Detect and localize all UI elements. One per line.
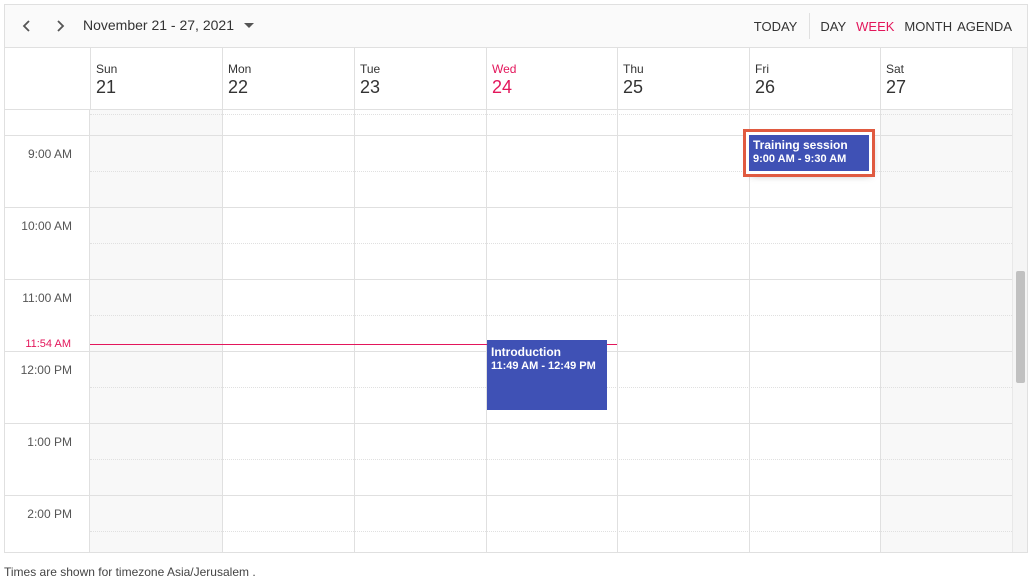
time-label: 9:00 AM bbox=[27, 147, 72, 161]
hour-tick bbox=[5, 423, 90, 424]
day-header-fri[interactable]: Fri 26 bbox=[749, 48, 880, 110]
event-introduction[interactable]: Introduction 11:49 AM - 12:49 PM bbox=[487, 340, 607, 410]
date-range-picker[interactable]: November 21 - 27, 2021 bbox=[83, 17, 254, 33]
previous-button[interactable] bbox=[17, 16, 37, 36]
event-training-session[interactable]: Training session 9:00 AM - 9:30 AM bbox=[749, 135, 869, 171]
half-hour-line bbox=[90, 243, 1012, 244]
hour-tick bbox=[5, 207, 90, 208]
day-name: Wed bbox=[492, 62, 517, 76]
day-view-button[interactable]: DAY bbox=[815, 19, 851, 34]
view-switcher: TODAY DAY WEEK MONTH AGENDA bbox=[749, 5, 1017, 47]
half-hour-line bbox=[90, 531, 1012, 532]
day-column-sun[interactable] bbox=[90, 110, 222, 552]
chevron-left-icon bbox=[22, 20, 30, 32]
next-button[interactable] bbox=[50, 16, 70, 36]
time-label: 1:00 PM bbox=[27, 435, 72, 449]
time-grid[interactable]: 9:00 AM 10:00 AM 11:00 AM 12:00 PM 1:00 … bbox=[5, 110, 1012, 552]
date-range-label: November 21 - 27, 2021 bbox=[83, 17, 234, 33]
day-column-mon[interactable] bbox=[222, 110, 354, 552]
day-header-thu[interactable]: Thu 25 bbox=[617, 48, 749, 110]
day-header-wed[interactable]: Wed 24 bbox=[486, 48, 617, 110]
day-header-mon[interactable]: Mon 22 bbox=[222, 48, 354, 110]
day-name: Thu bbox=[623, 62, 644, 76]
day-number[interactable]: 27 bbox=[886, 77, 1012, 98]
hour-line bbox=[90, 495, 1012, 496]
day-name: Tue bbox=[360, 62, 381, 76]
day-number[interactable]: 22 bbox=[228, 77, 354, 98]
day-name: Fri bbox=[755, 62, 769, 76]
day-number[interactable]: 25 bbox=[623, 77, 749, 98]
header-corner bbox=[5, 48, 90, 110]
today-button[interactable]: TODAY bbox=[749, 13, 811, 39]
day-column-wed[interactable] bbox=[486, 110, 617, 552]
agenda-view-button[interactable]: AGENDA bbox=[957, 19, 1017, 34]
hour-tick bbox=[5, 135, 90, 136]
scrollbar-thumb[interactable] bbox=[1016, 271, 1025, 383]
toolbar: November 21 - 27, 2021 TODAY DAY WEEK MO… bbox=[5, 5, 1027, 48]
timezone-note: Times are shown for timezone Asia/Jerusa… bbox=[4, 565, 256, 579]
half-hour-line bbox=[90, 315, 1012, 316]
scheduler: November 21 - 27, 2021 TODAY DAY WEEK MO… bbox=[4, 4, 1028, 553]
chevron-right-icon bbox=[57, 20, 65, 32]
event-time: 9:00 AM - 9:30 AM bbox=[753, 153, 847, 165]
event-title: Introduction bbox=[491, 345, 561, 359]
week-view-button[interactable]: WEEK bbox=[851, 19, 899, 34]
half-hour-line bbox=[90, 459, 1012, 460]
hour-line bbox=[90, 423, 1012, 424]
caret-down-icon bbox=[243, 22, 254, 28]
day-number[interactable]: 24 bbox=[492, 77, 617, 98]
day-column-fri[interactable] bbox=[749, 110, 880, 552]
day-name: Mon bbox=[228, 62, 252, 76]
hour-tick bbox=[5, 351, 90, 352]
time-label: 11:00 AM bbox=[22, 291, 72, 305]
hour-line bbox=[90, 207, 1012, 208]
day-header-tue[interactable]: Tue 23 bbox=[354, 48, 486, 110]
time-label: 2:00 PM bbox=[27, 507, 72, 521]
hour-line bbox=[90, 135, 1012, 136]
event-title: Training session bbox=[753, 138, 848, 152]
day-column-sat[interactable] bbox=[880, 110, 1012, 552]
time-label: 12:00 PM bbox=[20, 363, 72, 377]
hour-tick bbox=[5, 495, 90, 496]
month-view-button[interactable]: MONTH bbox=[899, 19, 957, 34]
time-label: 10:00 AM bbox=[21, 219, 72, 233]
day-header-sun[interactable]: Sun 21 bbox=[90, 48, 222, 110]
event-time: 11:49 AM - 12:49 PM bbox=[491, 360, 596, 372]
hour-tick bbox=[5, 279, 90, 280]
time-column: 9:00 AM 10:00 AM 11:00 AM 12:00 PM 1:00 … bbox=[5, 110, 90, 552]
current-time-label: 11:54 AM bbox=[25, 338, 71, 350]
day-column-thu[interactable] bbox=[617, 110, 749, 552]
half-hour-line bbox=[90, 114, 1012, 115]
day-name: Sun bbox=[96, 62, 118, 76]
hour-line bbox=[90, 279, 1012, 280]
day-number[interactable]: 26 bbox=[755, 77, 880, 98]
day-header-row: Sun 21 Mon 22 Tue 23 Wed 24 Thu 25 Fri 2… bbox=[5, 48, 1012, 110]
day-number[interactable]: 21 bbox=[96, 77, 222, 98]
day-header-sat[interactable]: Sat 27 bbox=[880, 48, 1012, 110]
day-name: Sat bbox=[886, 62, 905, 76]
day-column-tue[interactable] bbox=[354, 110, 486, 552]
day-number[interactable]: 23 bbox=[360, 77, 486, 98]
vertical-scrollbar[interactable] bbox=[1012, 48, 1027, 552]
half-hour-line bbox=[90, 171, 1012, 172]
